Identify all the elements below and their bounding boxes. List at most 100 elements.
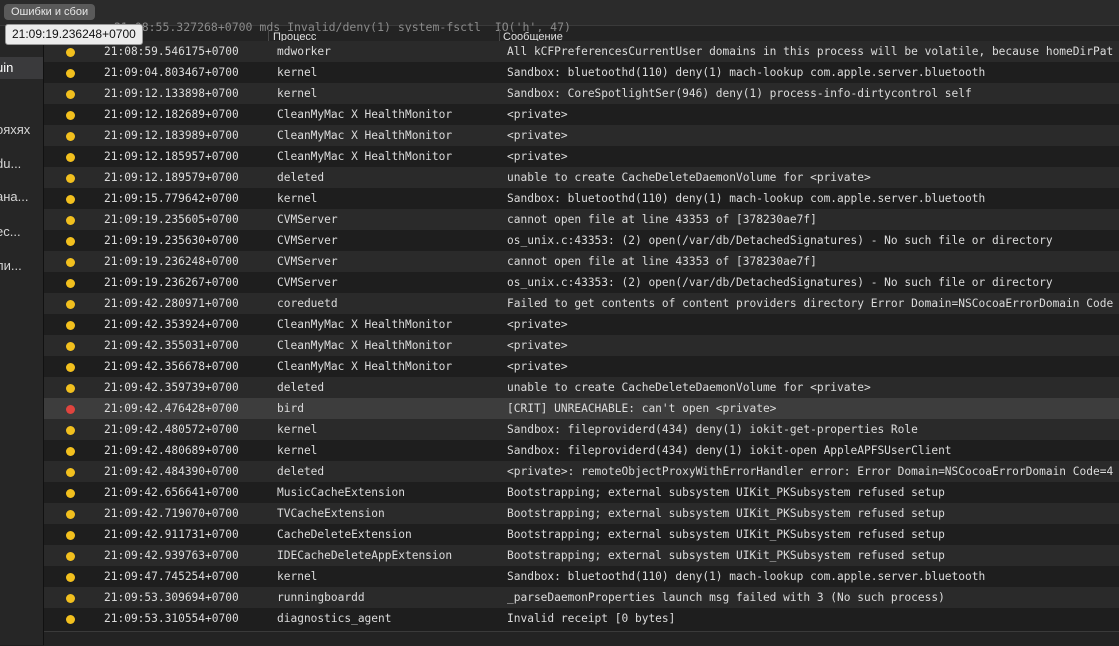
row-message: Bootstrapping; external subsystem UIKit_… <box>507 549 945 562</box>
row-message: All kCFPreferencesCurrentUser domains in… <box>507 45 1114 58</box>
row-timestamp: 21:09:42.353924+0700 <box>104 318 239 331</box>
row-process: diagnostics_agent <box>277 612 392 625</box>
row-process: deleted <box>277 381 325 394</box>
table-row[interactable]: 21:09:42.480689+0700 kernel Sandbox: filep… <box>44 440 1119 461</box>
table-row[interactable]: 21:09:47.745254+0700 kernel Sandbox: bluet… <box>44 566 1119 587</box>
error-level-icon <box>66 174 75 183</box>
error-level-icon <box>66 363 75 372</box>
bottom-bar <box>44 631 1119 646</box>
row-timestamp: 21:09:42.656641+0700 <box>104 486 239 499</box>
row-timestamp: 21:09:53.310554+0700 <box>104 612 239 625</box>
table-row[interactable]: 21:09:19.236267+0700 CVMServer os_unix.c:4… <box>44 272 1119 293</box>
error-level-icon <box>66 216 75 225</box>
row-message: os_unix.c:43353: (2) open(/var/db/Detach… <box>507 276 1053 289</box>
table-row[interactable]: 21:09:42.911731+0700 CacheDeleteExtension… <box>44 524 1119 545</box>
row-process: coreduetd <box>277 297 338 310</box>
error-level-icon <box>66 594 75 603</box>
row-process: CacheDeleteExtension <box>277 528 412 541</box>
table-row[interactable]: 21:09:53.310554+0700 diagnostics_agent Inv… <box>44 608 1119 629</box>
table-row[interactable]: 21:09:42.656641+0700 MusicCacheExtension B… <box>44 482 1119 503</box>
table-row[interactable]: 21:09:42.355031+0700 CleanMyMac X HealthM… <box>44 335 1119 356</box>
row-process: CleanMyMac X HealthMonitor <box>277 150 453 163</box>
table-row[interactable]: 21:09:12.185957+0700 CleanMyMac X HealthM… <box>44 146 1119 167</box>
row-message: cannot open file at line 43353 of [37823… <box>507 213 817 226</box>
row-message: <private> <box>507 318 568 331</box>
sidebar-item[interactable]: ли... <box>0 255 43 277</box>
row-process: IDECacheDeleteAppExtension <box>277 549 453 562</box>
sidebar: uin ояхях du... ана... ес... ли... <box>0 26 44 645</box>
table-row[interactable]: 21:09:19.236248+0700 CVMServer cannot open… <box>44 251 1119 272</box>
row-message: Sandbox: CoreSpotlightSer(946) deny(1) p… <box>507 87 972 100</box>
table-row[interactable]: 21:09:42.356678+0700 CleanMyMac X HealthM… <box>44 356 1119 377</box>
row-timestamp: 21:09:19.236267+0700 <box>104 276 239 289</box>
table-row[interactable]: 21:09:12.189579+0700 deleted unable to cre… <box>44 167 1119 188</box>
table-row[interactable]: 21:09:53.309694+0700 runningboardd _parseD… <box>44 587 1119 608</box>
error-level-icon <box>66 468 75 477</box>
error-level-icon <box>66 552 75 561</box>
fault-level-icon <box>66 405 75 414</box>
table-row[interactable]: 21:09:19.235630+0700 CVMServer os_unix.c:4… <box>44 230 1119 251</box>
table-row[interactable]: 21:09:04.803467+0700 kernel Sandbox: bluet… <box>44 62 1119 83</box>
row-timestamp: 21:09:12.185957+0700 <box>104 150 239 163</box>
error-level-icon <box>66 489 75 498</box>
error-level-icon <box>66 321 75 330</box>
row-message: unable to create CacheDeleteDaemonVolume… <box>507 381 871 394</box>
row-message: <private>: remoteObjectProxyWithErrorHan… <box>507 465 1114 478</box>
table-row[interactable]: 21:09:12.182689+0700 CleanMyMac X HealthM… <box>44 104 1119 125</box>
row-process: CVMServer <box>277 234 338 247</box>
row-message: unable to create CacheDeleteDaemonVolume… <box>507 171 871 184</box>
table-row[interactable]: 21:09:19.235605+0700 CVMServer cannot open… <box>44 209 1119 230</box>
row-process: kernel <box>277 192 318 205</box>
table-row[interactable]: 21:09:42.353924+0700 CleanMyMac X HealthM… <box>44 314 1119 335</box>
row-message: <private> <box>507 108 568 121</box>
filter-errors-faults-button[interactable]: Ошибки и сбои <box>4 4 96 20</box>
row-timestamp: 21:09:19.235630+0700 <box>104 234 239 247</box>
error-level-icon <box>66 132 75 141</box>
row-timestamp: 21:09:12.182689+0700 <box>104 108 239 121</box>
error-level-icon <box>66 384 75 393</box>
row-process: kernel <box>277 423 318 436</box>
table-row[interactable]: 21:08:59.546175+0700 mdworker All kCFPre… <box>44 41 1119 62</box>
row-timestamp: 21:09:12.133898+0700 <box>104 87 239 100</box>
table-row[interactable]: 21:09:42.939763+0700 IDECacheDeleteAppExt… <box>44 545 1119 566</box>
sidebar-item[interactable]: du... <box>0 153 43 175</box>
row-process: kernel <box>277 87 318 100</box>
table-row[interactable]: 21:09:15.779642+0700 kernel Sandbox: bluet… <box>44 188 1119 209</box>
sidebar-item[interactable]: ана... <box>0 186 43 208</box>
row-timestamp: 21:09:47.745254+0700 <box>104 570 239 583</box>
error-level-icon <box>66 258 75 267</box>
table-row[interactable]: 21:09:42.359739+0700 deleted unable to cre… <box>44 377 1119 398</box>
row-timestamp: 21:09:19.235605+0700 <box>104 213 239 226</box>
table-row[interactable]: 21:09:12.133898+0700 kernel Sandbox: CoreS… <box>44 83 1119 104</box>
sidebar-item[interactable]: ояхях <box>0 119 43 141</box>
row-message: _parseDaemonProperties launch msg failed… <box>507 591 945 604</box>
error-level-icon <box>66 447 75 456</box>
row-message: Failed to get contents of content provid… <box>507 297 1114 310</box>
row-process: kernel <box>277 444 318 457</box>
table-row[interactable]: 21:09:42.719070+0700 TVCacheExtension Boot… <box>44 503 1119 524</box>
sidebar-item-selected[interactable]: uin <box>0 57 43 79</box>
table-row[interactable]: 21:09:12.183989+0700 CleanMyMac X HealthM… <box>44 125 1119 146</box>
table-row[interactable]: 21:09:42.480572+0700 kernel Sandbox: filep… <box>44 419 1119 440</box>
row-message: Sandbox: fileproviderd(434) deny(1) ioki… <box>507 423 918 436</box>
row-timestamp: 21:09:42.355031+0700 <box>104 339 239 352</box>
row-timestamp: 21:09:42.719070+0700 <box>104 507 239 520</box>
table-row[interactable]: 21:09:42.280971+0700 coreduetd Failed to g… <box>44 293 1119 314</box>
table-row[interactable]: 21:09:42.484390+0700 deleted <private>: re… <box>44 461 1119 482</box>
row-timestamp: 21:09:42.484390+0700 <box>104 465 239 478</box>
row-timestamp: 21:09:42.359739+0700 <box>104 381 239 394</box>
row-timestamp: 21:09:12.189579+0700 <box>104 171 239 184</box>
row-process: CleanMyMac X HealthMonitor <box>277 129 453 142</box>
row-timestamp: 21:09:53.309694+0700 <box>104 591 239 604</box>
error-level-icon <box>66 615 75 624</box>
error-level-icon <box>66 300 75 309</box>
sidebar-item[interactable]: ес... <box>0 221 43 243</box>
table-row[interactable]: 21:09:42.476428+0700 bird [CRIT] UNREACHAB… <box>44 398 1119 419</box>
row-timestamp: 21:09:42.911731+0700 <box>104 528 239 541</box>
row-message: cannot open file at line 43353 of [37823… <box>507 255 817 268</box>
log-table[interactable]: 21:08:59.546175+0700 mdworker All kCFPre… <box>44 41 1119 631</box>
row-process: CleanMyMac X HealthMonitor <box>277 318 453 331</box>
row-process: mdworker <box>277 45 331 58</box>
row-message: Sandbox: bluetoothd(110) deny(1) mach-lo… <box>507 192 986 205</box>
row-timestamp: 21:09:42.480689+0700 <box>104 444 239 457</box>
